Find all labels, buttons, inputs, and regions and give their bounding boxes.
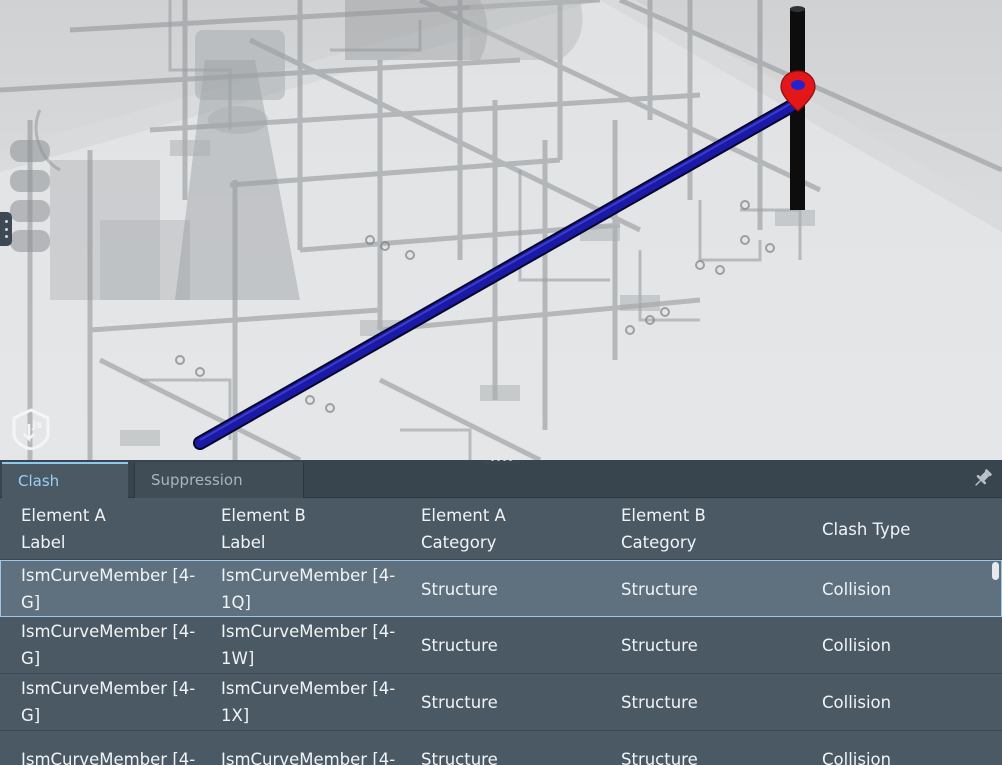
side-panel-grip-handle[interactable] [0, 212, 12, 246]
column-header-element-a-label[interactable]: Element A Label [21, 498, 201, 560]
cell-element-b-label: IsmCurveMember [4-1W] [221, 622, 396, 668]
cell-element-b-category: Structure [621, 692, 698, 712]
cell-element-a-label: IsmCurveMember [4-G] [21, 566, 196, 612]
column-header-line: Clash Type [822, 519, 911, 539]
column-header-line: Label [221, 533, 266, 552]
tab-suppression-rules[interactable]: Suppression Rules [134, 462, 304, 525]
column-header-line: Category [621, 533, 697, 552]
table-row[interactable]: IsmCurveMember [4-G] IsmCurveMember [4-1X… [0, 674, 1002, 731]
column-header-element-b-category[interactable]: Element B Category [621, 498, 801, 560]
column-header-clash-type[interactable]: Clash Type [822, 498, 1002, 560]
map-pin-icon[interactable] [780, 70, 816, 112]
cell-element-b-label: IsmCurveMember [4-1X] [221, 679, 396, 725]
cell-element-a-category: Structure [421, 692, 498, 712]
cell-element-b-category: Structure [621, 579, 698, 599]
table-scrollbar[interactable] [992, 562, 999, 580]
3d-viewport[interactable]: js [0, 0, 1002, 460]
pin-icon[interactable] [972, 467, 994, 489]
clash-results-panel: Clash Results Suppression Rules Element … [0, 460, 1002, 765]
cell-element-b-category: Structure [621, 749, 698, 765]
cell-element-a-label: IsmCurveMember [4- [21, 749, 196, 765]
cell-element-b-category: Structure [621, 635, 698, 655]
cell-element-a-label: IsmCurveMember [4-G] [21, 679, 196, 725]
cell-clash-type: Collision [822, 692, 892, 712]
cell-element-b-label: IsmCurveMember [4-1Q] [221, 566, 396, 612]
panel-tab-strip: Clash Results Suppression Rules [0, 460, 1002, 525]
column-header-line: Element B [621, 506, 706, 525]
column-header-element-a-category[interactable]: Element A Category [421, 498, 601, 560]
column-header-line: Label [21, 533, 66, 552]
plant-model-scene[interactable] [0, 0, 1002, 460]
column-header-line: Element A [21, 506, 106, 525]
column-header-element-b-label[interactable]: Element B Label [221, 498, 401, 560]
table-row[interactable]: IsmCurveMember [4-G] IsmCurveMember [4-1W… [0, 617, 1002, 674]
js-shield-logo-icon: js [12, 408, 50, 450]
cell-element-a-category: Structure [421, 635, 498, 655]
table-row[interactable]: IsmCurveMember [4-G] IsmCurveMember [4-1Q… [0, 560, 1002, 617]
column-header-line: Element A [421, 506, 506, 525]
panel-resize-handle[interactable] [482, 460, 520, 465]
cell-element-a-category: Structure [421, 579, 498, 599]
table-row[interactable]: IsmCurveMember [4- IsmCurveMember [4- Stru… [0, 731, 1002, 765]
table-header: Element A Label Element B Label Element A Cat… [0, 498, 1002, 560]
cell-element-b-label: IsmCurveMember [4- [221, 749, 396, 765]
cell-clash-type: Collision [822, 635, 892, 655]
cell-element-a-category: Structure [421, 749, 498, 765]
clash-results-table: IsmCurveMember [4-G] IsmCurveMember [4-1Q… [0, 560, 1002, 765]
tab-clash-results[interactable]: Clash Results [2, 462, 128, 524]
svg-text:js: js [31, 418, 43, 431]
cell-clash-type: Collision [822, 579, 892, 599]
column-header-line: Element B [221, 506, 306, 525]
cell-clash-type: Collision [822, 749, 892, 765]
cell-element-a-label: IsmCurveMember [4-G] [21, 622, 196, 668]
column-header-line: Category [421, 533, 497, 552]
